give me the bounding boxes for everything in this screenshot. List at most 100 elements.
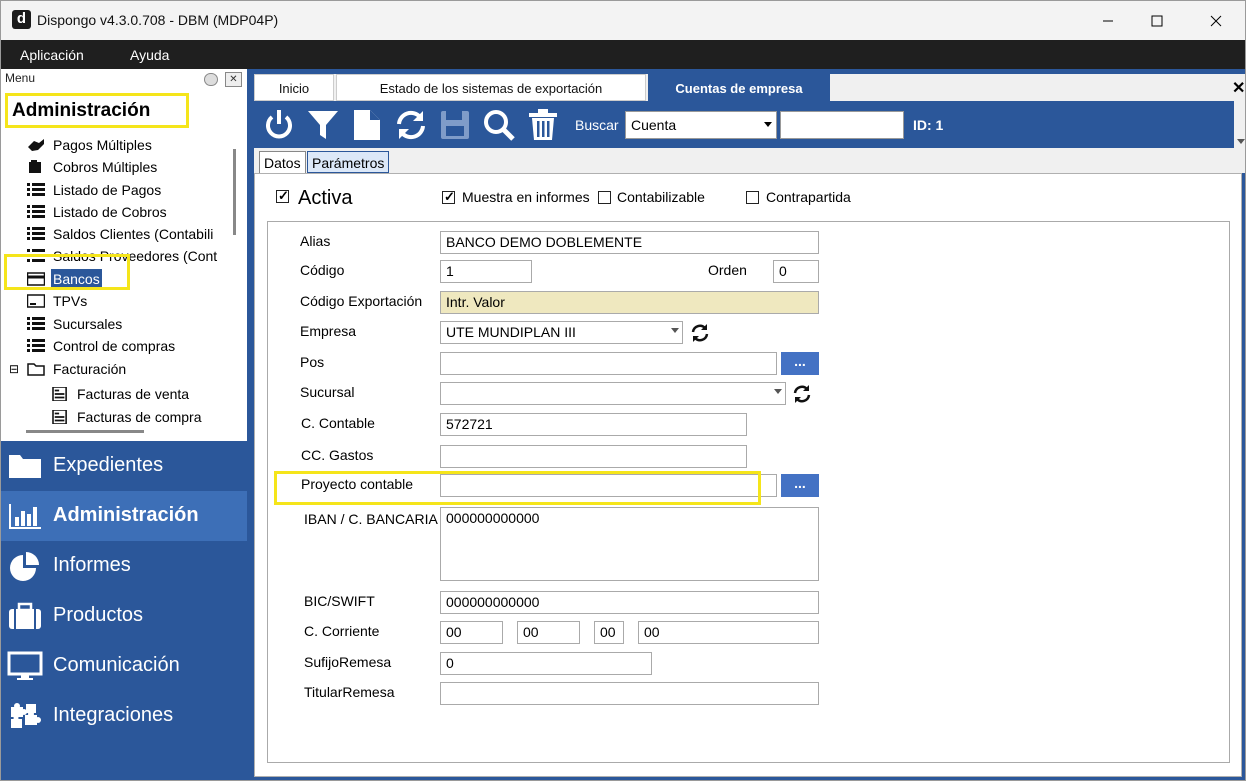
save-button[interactable] <box>438 108 472 142</box>
main-area: Inicio Estado de los sistemas de exporta… <box>247 69 1245 780</box>
tab-cuentas-empresa[interactable]: Cuentas de empresa <box>648 74 830 101</box>
contrapartida-checkbox[interactable] <box>746 191 759 204</box>
contabilizable-label: Contabilizable <box>617 189 705 205</box>
contabilizable-checkbox[interactable] <box>598 191 611 204</box>
codigo-exportacion-input[interactable]: Intr. Valor <box>440 291 819 314</box>
pie-chart-icon <box>10 552 39 581</box>
activa-label: Activa <box>298 187 353 209</box>
c-contable-label: C. Contable <box>301 415 375 431</box>
search-button[interactable] <box>482 108 516 142</box>
pos-icon <box>27 294 45 308</box>
pin-icon[interactable] <box>204 73 218 86</box>
proyecto-browse-button[interactable]: ... <box>781 474 819 497</box>
pos-input[interactable] <box>440 352 777 375</box>
buscar-input[interactable] <box>780 111 904 139</box>
close-window-button[interactable] <box>1191 1 1241 40</box>
bic-label: BIC/SWIFT <box>304 593 375 609</box>
puzzle-icon <box>11 703 41 728</box>
buscar-field-select[interactable]: Cuenta <box>625 111 777 139</box>
activa-checkbox[interactable]: ✓ <box>276 188 289 203</box>
dropdown-arrow-icon <box>671 328 679 333</box>
new-document-button[interactable] <box>350 108 384 142</box>
chart-icon <box>9 504 41 529</box>
refresh-button[interactable] <box>394 108 428 142</box>
empresa-refresh-icon[interactable] <box>690 323 710 343</box>
module-nav: Expedientes Administración Informes Prod… <box>1 441 247 780</box>
c-corriente-oficina[interactable]: 00 <box>517 621 580 644</box>
nav-expedientes[interactable]: Expedientes <box>1 441 247 491</box>
app-logo-icon: d <box>12 10 31 29</box>
sidebar-header: Menu <box>5 71 36 85</box>
iban-textarea[interactable]: 000000000000 <box>440 507 819 581</box>
app-window: d Dispongo v4.3.0.708 - DBM (MDP04P) Apl… <box>0 0 1246 781</box>
tab-inicio[interactable]: Inicio <box>254 74 334 101</box>
window-title: Dispongo v4.3.0.708 - DBM (MDP04P) <box>37 12 279 28</box>
empresa-select[interactable]: UTE MUNDIPLAN III <box>440 321 683 344</box>
pos-browse-button[interactable]: ... <box>781 352 819 375</box>
sucursal-select[interactable] <box>440 382 786 405</box>
titular-remesa-input[interactable] <box>440 682 819 705</box>
tab-estado-exportacion[interactable]: Estado de los sistemas de exportación <box>336 74 646 101</box>
delete-button[interactable] <box>526 108 560 142</box>
filter-button[interactable] <box>306 108 340 142</box>
tab-parametros[interactable]: Parámetros <box>307 151 390 173</box>
tree-vertical-scrollbar[interactable] <box>233 149 236 235</box>
muestra-informes-checkbox[interactable]: ✓ <box>442 189 455 204</box>
folder-icon <box>9 455 41 478</box>
alias-label: Alias <box>300 233 331 249</box>
bic-input[interactable]: 000000000000 <box>440 591 819 614</box>
form-panel: ✓ Activa ✓ Muestra en informes Contabili… <box>254 173 1242 777</box>
c-contable-input[interactable]: 572721 <box>440 413 747 436</box>
maximize-icon <box>1151 15 1163 26</box>
iban-label: IBAN / C. BANCARIA <box>304 511 438 527</box>
document-tabs: Inicio Estado de los sistemas de exporta… <box>254 74 1245 101</box>
collections-icon <box>29 160 41 173</box>
pos-label: Pos <box>300 354 325 370</box>
scroll-down-icon <box>1237 139 1245 144</box>
menu-ayuda[interactable]: Ayuda <box>130 47 169 63</box>
cc-gastos-label: CC. Gastos <box>301 447 374 463</box>
nav-comunicacion[interactable]: Comunicación <box>1 641 247 691</box>
contrapartida-label: Contrapartida <box>766 189 851 205</box>
briefcase-icon <box>9 602 41 629</box>
nav-informes[interactable]: Informes <box>1 541 247 591</box>
list-icon <box>27 339 45 352</box>
nav-integraciones[interactable]: Integraciones <box>1 691 247 741</box>
maximize-button[interactable] <box>1132 1 1182 40</box>
menu-bar: Aplicación Ayuda <box>1 40 1245 69</box>
invoice-icon <box>52 387 67 401</box>
cc-gastos-input[interactable] <box>440 445 747 468</box>
list-icon <box>27 205 45 218</box>
sidebar-close-button[interactable]: ✕ <box>225 72 242 87</box>
minimize-button[interactable] <box>1083 1 1133 40</box>
c-corriente-dc[interactable]: 00 <box>594 621 624 644</box>
codigo-label: Código <box>300 262 345 278</box>
orden-input[interactable]: 0 <box>773 260 819 283</box>
tree-horizontal-scrollbar[interactable] <box>26 430 144 433</box>
toolbar-scroll[interactable] <box>1234 101 1245 148</box>
c-corriente-numero[interactable]: 00 <box>638 621 819 644</box>
codigo-input[interactable]: 1 <box>440 260 532 283</box>
menu-aplicacion[interactable]: Aplicación <box>20 47 84 63</box>
tab-datos[interactable]: Datos <box>259 151 306 173</box>
sucursal-label: Sucursal <box>300 384 355 400</box>
c-corriente-entidad[interactable]: 00 <box>440 621 503 644</box>
alias-input[interactable]: BANCO DEMO DOBLEMENTE <box>440 231 819 254</box>
empresa-label: Empresa <box>300 323 357 339</box>
collapse-icon[interactable]: ⊟ <box>9 359 19 379</box>
orden-label: Orden <box>708 262 747 278</box>
power-button[interactable] <box>262 108 296 142</box>
titular-remesa-label: TitularRemesa <box>304 684 395 700</box>
close-tab-icon[interactable]: ✕ <box>1232 78 1245 98</box>
c-contable-highlight <box>274 471 761 505</box>
sufijo-remesa-input[interactable]: 0 <box>440 652 652 675</box>
invoice-icon <box>52 410 67 424</box>
bancos-highlight <box>4 254 130 290</box>
nav-productos[interactable]: Productos <box>1 591 247 641</box>
list-icon <box>27 227 45 240</box>
sucursal-refresh-icon[interactable] <box>792 384 812 404</box>
dropdown-arrow-icon <box>764 122 772 127</box>
folder-icon <box>27 363 45 376</box>
nav-administracion[interactable]: Administración <box>1 491 247 541</box>
buscar-label: Buscar <box>575 117 619 133</box>
